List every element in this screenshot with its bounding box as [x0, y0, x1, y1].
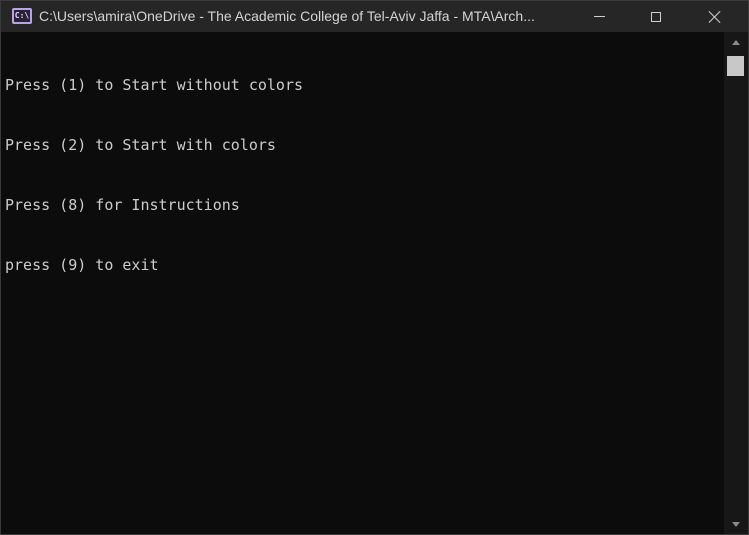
console-app-icon[interactable]: C:\: [12, 8, 32, 24]
close-button[interactable]: [692, 1, 738, 32]
console-line: Press (8) for Instructions: [5, 196, 240, 214]
chevron-down-icon: [732, 521, 740, 527]
maximize-button[interactable]: [633, 1, 679, 32]
scroll-up-button[interactable]: [724, 32, 748, 52]
console-output[interactable]: Press (1) to Start without colors Press …: [1, 32, 724, 534]
window-title: C:\Users\amira\OneDrive - The Academic C…: [39, 8, 535, 24]
maximize-icon: [651, 11, 661, 22]
scroll-thumb[interactable]: [727, 56, 744, 76]
vertical-scrollbar[interactable]: [724, 32, 748, 534]
console-line: Press (1) to Start without colors: [5, 76, 304, 94]
title-bar[interactable]: C:\ C:\Users\amira\OneDrive - The Academ…: [1, 1, 748, 32]
console-line: Press (2) to Start with colors: [5, 136, 276, 154]
console-line: press (9) to exit: [5, 256, 159, 274]
minimize-button[interactable]: [576, 1, 622, 32]
close-icon: [708, 10, 722, 24]
console-window: C:\ C:\Users\amira\OneDrive - The Academ…: [0, 0, 749, 535]
scroll-down-button[interactable]: [724, 514, 748, 534]
chevron-up-icon: [732, 39, 740, 45]
minimize-icon: [593, 16, 605, 17]
